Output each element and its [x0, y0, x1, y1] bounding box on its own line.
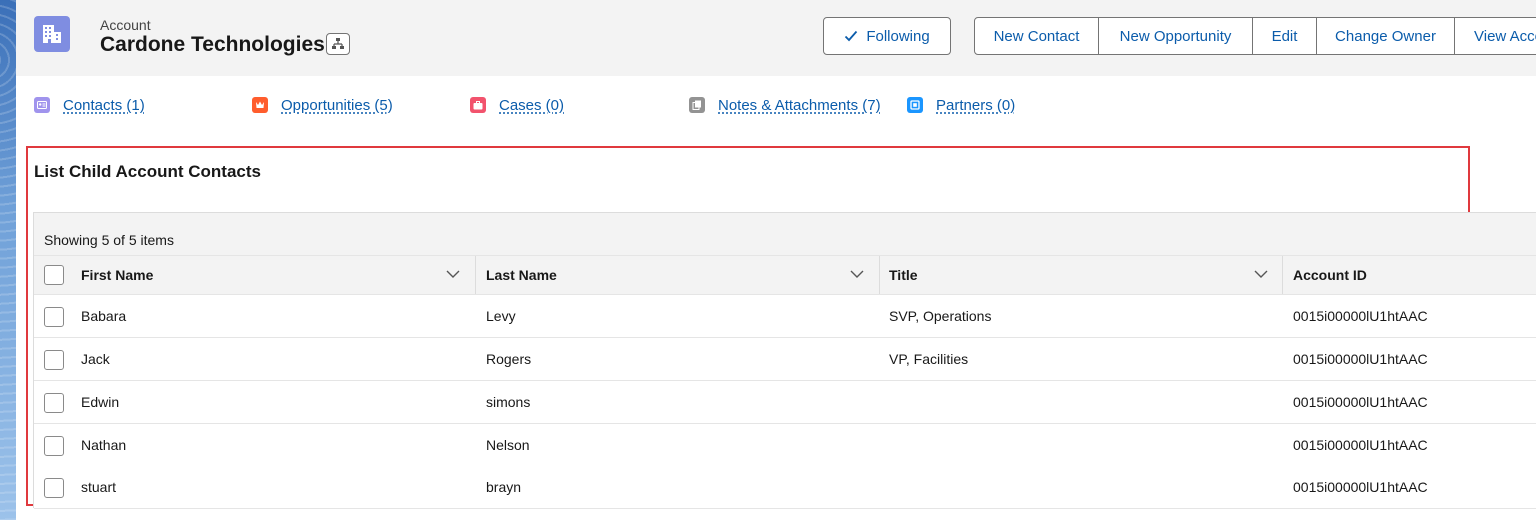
chevron-down-icon[interactable] [446, 269, 460, 279]
related-link-contacts[interactable]: Contacts (1) [34, 95, 145, 115]
related-link-partners[interactable]: Partners (0) [907, 95, 1015, 115]
table-row: Edwin simons 0015i00000lU1htAAC [34, 381, 1536, 424]
cell-account-id: 0015i00000lU1htAAC [1293, 351, 1428, 367]
contact-icon [34, 97, 50, 113]
record-title: Cardone Technologies [100, 33, 325, 56]
cell-first-name: Nathan [81, 437, 127, 453]
table-row: Babara Levy SVP, Operations 0015i00000lU… [34, 295, 1536, 338]
related-link-opportunities[interactable]: Opportunities (5) [252, 95, 393, 115]
case-icon [470, 97, 486, 113]
notes-icon [689, 97, 705, 113]
related-link-label: Opportunities (5) [281, 96, 393, 114]
cell-title: SVP, Operations [889, 308, 992, 324]
row-checkbox[interactable] [44, 393, 64, 413]
related-link-label: Cases (0) [499, 96, 565, 114]
record-header: Account Cardone Technologies Following N… [16, 0, 1536, 76]
table-header: First Name Last Name Title Account ID [34, 255, 1536, 295]
column-divider [475, 256, 476, 294]
row-checkbox[interactable] [44, 478, 64, 498]
cell-first-name: Edwin [81, 394, 120, 410]
cell-title: VP, Facilities [889, 351, 969, 367]
account-icon [34, 16, 70, 52]
view-account-button[interactable]: View Acco [1454, 17, 1536, 55]
object-label: Account [100, 17, 151, 33]
cell-first-name: Jack [81, 351, 110, 367]
hierarchy-icon [332, 38, 344, 49]
table-row: Nathan Nelson 0015i00000lU1htAAC [34, 424, 1536, 467]
related-link-label: Notes & Attachments (7) [718, 96, 881, 114]
new-opportunity-button[interactable]: New Opportunity [1098, 17, 1253, 55]
new-contact-button[interactable]: New Contact [974, 17, 1099, 55]
column-header-account-id[interactable]: Account ID [1293, 256, 1367, 294]
edit-button[interactable]: Edit [1252, 17, 1317, 55]
chevron-down-icon[interactable] [850, 269, 864, 279]
column-divider [879, 256, 880, 294]
table-row: Jack Rogers VP, Facilities 0015i00000lU1… [34, 338, 1536, 381]
column-header-last-name[interactable]: Last Name [486, 256, 557, 294]
cell-last-name: Levy [486, 308, 516, 324]
cell-last-name: brayn [486, 479, 522, 495]
chevron-down-icon[interactable] [1254, 269, 1268, 279]
cell-account-id: 0015i00000lU1htAAC [1293, 479, 1428, 495]
related-link-notes-attachments[interactable]: Notes & Attachments (7) [689, 95, 881, 115]
cell-last-name: Nelson [486, 437, 530, 453]
partner-icon [907, 97, 923, 113]
items-count: Showing 5 of 5 items [44, 232, 174, 248]
cell-last-name: Rogers [486, 351, 532, 367]
following-button[interactable]: Following [823, 17, 951, 55]
cell-account-id: 0015i00000lU1htAAC [1293, 437, 1428, 453]
check-icon [845, 30, 858, 42]
column-header-title[interactable]: Title [889, 256, 918, 294]
cell-first-name: stuart [81, 479, 117, 495]
opportunity-icon [252, 97, 268, 113]
change-owner-button[interactable]: Change Owner [1316, 17, 1455, 55]
table-row: stuart brayn 0015i00000lU1htAAC [34, 466, 1536, 509]
panel-title: List Child Account Contacts [34, 162, 261, 181]
row-checkbox[interactable] [44, 436, 64, 456]
row-checkbox[interactable] [44, 307, 64, 327]
cell-first-name: Babara [81, 308, 127, 324]
column-header-first-name[interactable]: First Name [81, 256, 153, 294]
related-link-label: Contacts (1) [63, 96, 145, 114]
cell-account-id: 0015i00000lU1htAAC [1293, 394, 1428, 410]
related-link-cases[interactable]: Cases (0) [470, 95, 564, 115]
related-link-label: Partners (0) [936, 96, 1016, 114]
background-edge [0, 0, 16, 520]
row-checkbox[interactable] [44, 350, 64, 370]
select-all-checkbox[interactable] [44, 265, 64, 285]
cell-last-name: simons [486, 394, 531, 410]
cell-account-id: 0015i00000lU1htAAC [1293, 308, 1428, 324]
table-caption-bar: Showing 5 of 5 items [34, 213, 1536, 255]
record-page: Account Cardone Technologies Following N… [16, 0, 1536, 520]
view-hierarchy-button[interactable] [326, 33, 350, 55]
following-label: Following [866, 27, 930, 45]
column-divider [1282, 256, 1283, 294]
contacts-table: Showing 5 of 5 items First Name Last Nam… [33, 212, 1536, 509]
